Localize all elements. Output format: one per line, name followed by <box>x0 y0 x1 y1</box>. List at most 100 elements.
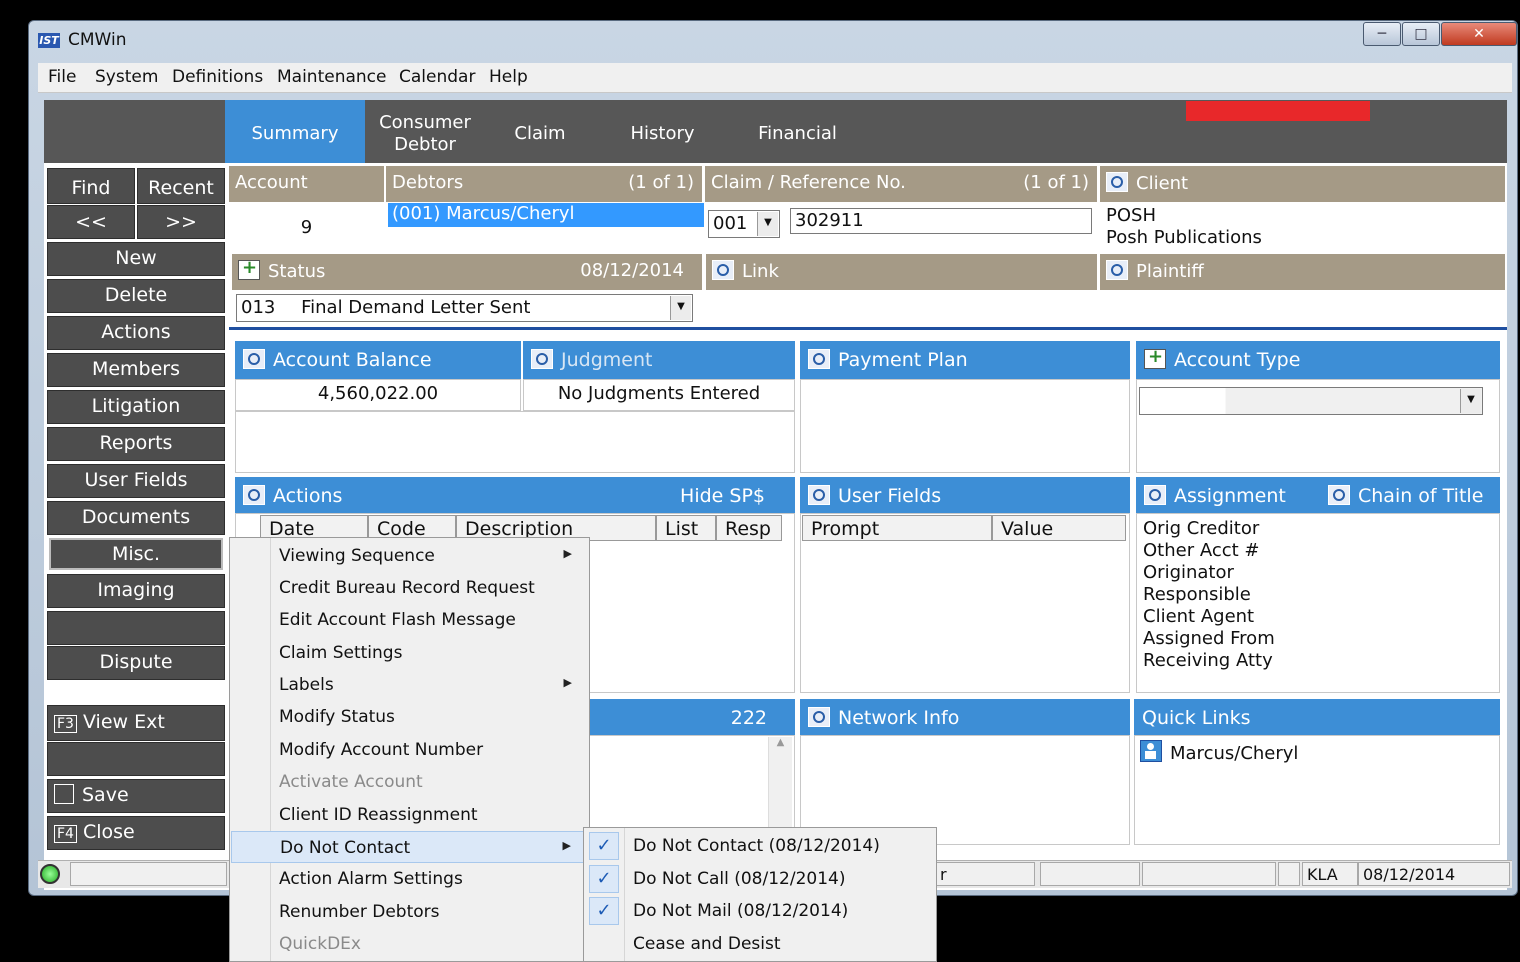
submenu-item-label: Do Not Mail (08/12/2014) <box>633 901 849 921</box>
payment-plan-header[interactable]: Payment Plan <box>800 341 1130 379</box>
menu-file[interactable]: File <box>48 67 76 87</box>
status-cell <box>1278 862 1300 886</box>
menu-item-claim-settings[interactable]: Claim Settings <box>231 637 588 669</box>
debtor-item[interactable]: (001) Marcus/Cheryl <box>388 203 704 227</box>
menu-item-labels[interactable]: Labels ▶ <box>231 669 588 701</box>
submenu-item-do-not-contact[interactable]: ✓ Do Not Contact (08/12/2014) <box>585 830 935 862</box>
nav-litigation[interactable]: Litigation <box>47 390 225 424</box>
user-fields-header[interactable]: User Fields <box>800 477 1130 513</box>
assignment-item: Other Acct # <box>1143 540 1260 561</box>
hide-sp-toggle[interactable]: Hide SP$ <box>680 485 765 507</box>
nav-reports[interactable]: Reports <box>47 427 225 461</box>
nav-actions[interactable]: Actions <box>47 316 225 350</box>
nav-delete[interactable]: Delete <box>47 279 225 313</box>
payment-plan-label: Payment Plan <box>838 349 968 371</box>
menu-item-modify-status[interactable]: Modify Status <box>231 701 588 733</box>
view-ext-button[interactable]: F3 View Ext <box>47 705 225 741</box>
client-header[interactable]: Client <box>1100 166 1505 202</box>
account-balance-header[interactable]: Account Balance <box>235 341 521 379</box>
tab-claim[interactable]: Claim <box>485 100 595 163</box>
do-not-contact-submenu: ✓ Do Not Contact (08/12/2014) ✓ Do Not Cal… <box>583 827 937 962</box>
menu-item-renumber-debtors[interactable]: Renumber Debtors <box>231 896 588 928</box>
nav-misc[interactable]: Misc. <box>49 538 223 570</box>
person-icon <box>1140 740 1162 762</box>
submenu-arrow-icon: ▶ <box>563 547 572 560</box>
menu-help[interactable]: Help <box>489 67 528 87</box>
column-header-prompt[interactable]: Prompt <box>802 515 992 541</box>
client-info: POSH Posh Publications <box>1100 203 1505 250</box>
claim-number-value: 001 <box>713 213 748 234</box>
tab-financial[interactable]: Financial <box>730 100 865 163</box>
close-window-button[interactable]: ✕ <box>1441 22 1517 46</box>
nav-new[interactable]: New <box>47 242 225 276</box>
checkmark-icon: ✓ <box>589 897 619 925</box>
status-date: 08/12/2014 <box>1358 862 1510 886</box>
maximize-button[interactable]: □ <box>1402 22 1440 46</box>
claim-label: Claim / Reference No. <box>711 172 906 193</box>
account-type-header[interactable]: Account Type <box>1136 341 1500 379</box>
submenu-item-do-not-mail[interactable]: ✓ Do Not Mail (08/12/2014) <box>585 895 935 927</box>
next-button[interactable]: >> <box>137 205 225 239</box>
submenu-item-do-not-call[interactable]: ✓ Do Not Call (08/12/2014) <box>585 863 935 895</box>
status-cell <box>1142 862 1276 886</box>
nav-dispute[interactable]: Dispute <box>47 646 225 680</box>
assignment-label: Assignment <box>1174 485 1286 507</box>
tab-history[interactable]: History <box>595 100 730 163</box>
nav-members[interactable]: Members <box>47 353 225 387</box>
tab-summary[interactable]: Summary <box>225 100 365 163</box>
save-button[interactable]: Save <box>47 779 225 813</box>
debtors-list[interactable]: (001) Marcus/Cheryl <box>386 203 704 250</box>
close-button[interactable]: F4 Close <box>47 816 225 850</box>
network-info-header[interactable]: Network Info <box>800 699 1130 735</box>
quick-link-debtor[interactable]: Marcus/Cheryl <box>1140 740 1298 764</box>
dropdown-arrow-icon[interactable]: ▼ <box>670 296 691 320</box>
actions-header[interactable]: Actions Hide SP$ <box>235 477 795 513</box>
menu-item-do-not-contact[interactable]: Do Not Contact ▶ <box>231 831 588 863</box>
menu-item-action-alarm-settings[interactable]: Action Alarm Settings <box>231 863 588 895</box>
tab-consumer-debtor[interactable]: Consumer Debtor <box>365 100 485 163</box>
previous-button[interactable]: << <box>47 205 135 239</box>
menu-system[interactable]: System <box>95 67 158 87</box>
assignment-header: Assignment Chain of Title <box>1136 477 1500 513</box>
menu-calendar[interactable]: Calendar <box>399 67 475 87</box>
menu-item-modify-account-number[interactable]: Modify Account Number <box>231 734 588 766</box>
menu-definitions[interactable]: Definitions <box>172 67 263 87</box>
column-header-resp[interactable]: Resp <box>716 515 782 541</box>
submenu-item-cease-and-desist[interactable]: Cease and Desist <box>585 928 935 960</box>
link-header[interactable]: Link <box>706 254 1097 290</box>
status-select[interactable]: 013 Final Demand Letter Sent ▼ <box>236 294 693 322</box>
menu-item-viewing-sequence[interactable]: Viewing Sequence ▶ <box>231 540 588 572</box>
dropdown-arrow-icon[interactable]: ▼ <box>1460 389 1481 413</box>
dropdown-arrow-icon[interactable]: ▼ <box>757 212 778 236</box>
debtors-label: Debtors <box>392 172 464 193</box>
reference-number-input[interactable]: 302911 <box>790 208 1092 234</box>
chain-of-title-link[interactable]: Chain of Title <box>1328 485 1483 507</box>
magnifier-icon <box>712 260 734 280</box>
nav-documents[interactable]: Documents <box>47 501 225 535</box>
nav-user-fields[interactable]: User Fields <box>47 464 225 498</box>
claim-number-select[interactable]: 001 ▼ <box>708 210 780 238</box>
nav-imaging[interactable]: Imaging <box>47 574 225 608</box>
status-date: 08/12/2014 <box>580 260 684 281</box>
magnifier-icon <box>808 707 830 727</box>
menu-item-activate-account: Activate Account <box>279 772 423 792</box>
menu-item-client-id-reassignment[interactable]: Client ID Reassignment <box>231 799 588 831</box>
menu-item-edit-flash-message[interactable]: Edit Account Flash Message <box>231 604 588 636</box>
recent-button[interactable]: Recent <box>137 168 225 204</box>
add-icon <box>238 257 260 280</box>
find-button[interactable]: Find <box>47 168 135 204</box>
menu-item-credit-bureau[interactable]: Credit Bureau Record Request <box>231 572 588 604</box>
column-header-value[interactable]: Value <box>992 515 1126 541</box>
assignment-list: Orig Creditor Other Acct # Originator Re… <box>1136 513 1500 693</box>
minimize-button[interactable]: ─ <box>1363 22 1401 46</box>
account-type-select[interactable]: ▼ <box>1139 387 1483 415</box>
status-header[interactable]: Status 08/12/2014 <box>232 254 702 290</box>
plaintiff-header[interactable]: Plaintiff <box>1100 254 1505 290</box>
status-cell <box>70 862 227 886</box>
assignment-link[interactable]: Assignment <box>1144 485 1286 507</box>
judgment-header[interactable]: Judgment <box>523 341 795 379</box>
assignment-item: Client Agent <box>1143 606 1255 627</box>
column-header-list[interactable]: List <box>656 515 716 541</box>
menu-maintenance[interactable]: Maintenance <box>277 67 386 87</box>
notes-count: 222 <box>730 707 767 729</box>
